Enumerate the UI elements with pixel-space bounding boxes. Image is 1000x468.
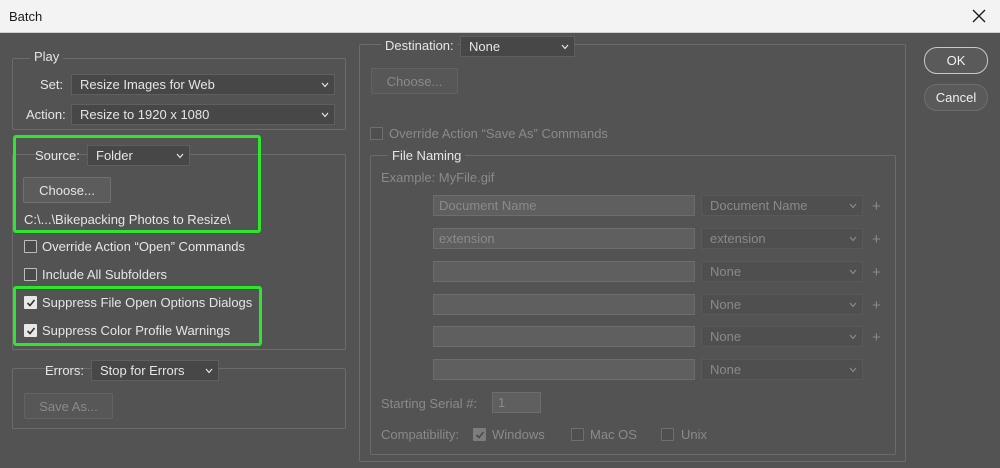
naming-field-2-value: extension bbox=[439, 231, 495, 246]
add-row-1-icon[interactable]: + bbox=[872, 199, 881, 214]
naming-select-4[interactable]: None bbox=[701, 294, 863, 315]
naming-field-1[interactable]: Document Name bbox=[433, 195, 695, 216]
chevron-down-icon bbox=[321, 112, 329, 118]
cancel-button[interactable]: Cancel bbox=[924, 84, 988, 111]
serial-input[interactable]: 1 bbox=[492, 392, 541, 413]
chevron-down-icon bbox=[849, 236, 857, 242]
naming-field-6[interactable] bbox=[433, 359, 695, 380]
destination-dropdown[interactable]: None bbox=[460, 36, 575, 57]
override-open-label: Override Action “Open” Commands bbox=[42, 239, 246, 254]
compatibility-label: Compatibility: bbox=[381, 427, 460, 442]
include-subfolders-label: Include All Subfolders bbox=[42, 267, 168, 282]
chevron-down-icon bbox=[205, 368, 213, 374]
highlight-suppress-box bbox=[13, 286, 262, 346]
errors-value: Stop for Errors bbox=[100, 363, 185, 378]
chevron-down-icon bbox=[561, 44, 569, 50]
destination-label: Destination: bbox=[381, 38, 458, 54]
window-title: Batch bbox=[9, 9, 43, 24]
override-save-as-checkbox[interactable] bbox=[370, 127, 383, 140]
chevron-down-icon bbox=[849, 302, 857, 308]
add-row-4-icon[interactable]: + bbox=[872, 298, 881, 313]
override-save-as-label: Override Action “Save As” Commands bbox=[389, 126, 608, 141]
naming-select-6-value: None bbox=[710, 362, 742, 377]
include-subfolders-checkbox[interactable] bbox=[24, 268, 37, 281]
add-row-3-icon[interactable]: + bbox=[872, 265, 881, 280]
naming-field-3[interactable] bbox=[433, 261, 695, 282]
errors-save-as-button[interactable]: Save As... bbox=[24, 393, 113, 419]
naming-select-2[interactable]: extension bbox=[701, 228, 863, 249]
naming-field-1-value: Document Name bbox=[439, 198, 537, 213]
chevron-down-icon bbox=[321, 82, 329, 88]
close-icon bbox=[972, 9, 986, 23]
naming-select-2-value: extension bbox=[710, 231, 766, 246]
play-legend: Play bbox=[30, 49, 64, 65]
naming-select-6[interactable]: None bbox=[701, 359, 863, 380]
naming-select-1-value: Document Name bbox=[710, 198, 808, 213]
set-value: Resize Images for Web bbox=[80, 77, 215, 92]
naming-select-3-value: None bbox=[710, 264, 742, 279]
file-naming-legend: File Naming bbox=[388, 148, 466, 164]
compat-macos-label: Mac OS bbox=[590, 427, 637, 442]
destination-value: None bbox=[469, 39, 501, 54]
chevron-down-icon bbox=[849, 269, 857, 275]
compat-unix-checkbox[interactable] bbox=[661, 428, 674, 441]
naming-field-5[interactable] bbox=[433, 326, 695, 347]
compat-unix-label: Unix bbox=[681, 427, 708, 442]
naming-select-5-value: None bbox=[710, 329, 742, 344]
action-label: Action: bbox=[26, 107, 66, 122]
errors-label: Errors: bbox=[45, 363, 84, 378]
serial-value: 1 bbox=[498, 395, 506, 410]
chevron-down-icon bbox=[849, 367, 857, 373]
ok-button[interactable]: OK bbox=[924, 47, 988, 74]
serial-label: Starting Serial #: bbox=[381, 396, 478, 411]
errors-dropdown[interactable]: Stop for Errors bbox=[91, 360, 219, 381]
chevron-down-icon bbox=[849, 203, 857, 209]
naming-select-5[interactable]: None bbox=[701, 326, 863, 347]
add-row-5-icon[interactable]: + bbox=[872, 330, 881, 345]
close-button[interactable] bbox=[966, 4, 992, 28]
add-row-2-icon[interactable]: + bbox=[872, 232, 881, 247]
highlight-source-box bbox=[13, 135, 261, 233]
action-value: Resize to 1920 x 1080 bbox=[80, 107, 210, 122]
naming-field-4[interactable] bbox=[433, 294, 695, 315]
naming-field-2[interactable]: extension bbox=[433, 228, 695, 249]
set-label: Set: bbox=[40, 77, 64, 92]
file-naming-example: Example: MyFile.gif bbox=[381, 170, 495, 185]
compat-macos-checkbox[interactable] bbox=[571, 428, 584, 441]
compat-windows-label: Windows bbox=[492, 427, 545, 442]
override-open-checkbox[interactable] bbox=[24, 240, 37, 253]
title-bar: Batch bbox=[0, 0, 1000, 33]
set-dropdown[interactable]: Resize Images for Web bbox=[71, 74, 335, 95]
naming-select-3[interactable]: None bbox=[701, 261, 863, 282]
compat-windows-checkbox[interactable] bbox=[473, 428, 486, 441]
checkmark-icon bbox=[475, 431, 485, 439]
naming-select-1[interactable]: Document Name bbox=[701, 195, 863, 216]
chevron-down-icon bbox=[849, 334, 857, 340]
naming-select-4-value: None bbox=[710, 297, 742, 312]
destination-choose-button[interactable]: Choose... bbox=[371, 68, 458, 94]
action-dropdown[interactable]: Resize to 1920 x 1080 bbox=[71, 104, 335, 125]
